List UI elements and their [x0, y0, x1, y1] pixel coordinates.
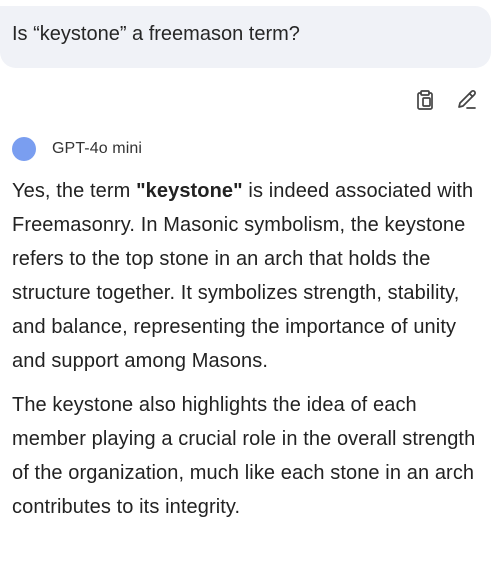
- user-message-text: Is “keystone” a freemason term?: [12, 23, 300, 45]
- model-header: GPT-4o mini: [12, 137, 142, 161]
- model-avatar: [12, 137, 36, 161]
- pencil-icon: [458, 90, 476, 109]
- answer-text: Yes, the term: [12, 180, 137, 202]
- assistant-answer: Yes, the term "keystone" is indeed assoc…: [12, 174, 492, 534]
- answer-paragraph: The keystone also highlights the idea of…: [12, 394, 476, 518]
- answer-bold-term: "keystone": [136, 180, 243, 202]
- copy-button[interactable]: [412, 87, 438, 113]
- chat-page: Is “keystone” a freemason term? GPT-4o m…: [0, 0, 499, 567]
- copy-icon: [417, 90, 433, 110]
- message-actions: [412, 87, 480, 113]
- model-name: GPT-4o mini: [52, 140, 143, 157]
- answer-text: is indeed associated with Freemasonry. I…: [12, 180, 474, 372]
- answer-paragraph: Yes, the term "keystone" is indeed assoc…: [12, 174, 492, 378]
- edit-button[interactable]: [454, 87, 480, 113]
- user-message-bubble: Is “keystone” a freemason term?: [0, 6, 491, 68]
